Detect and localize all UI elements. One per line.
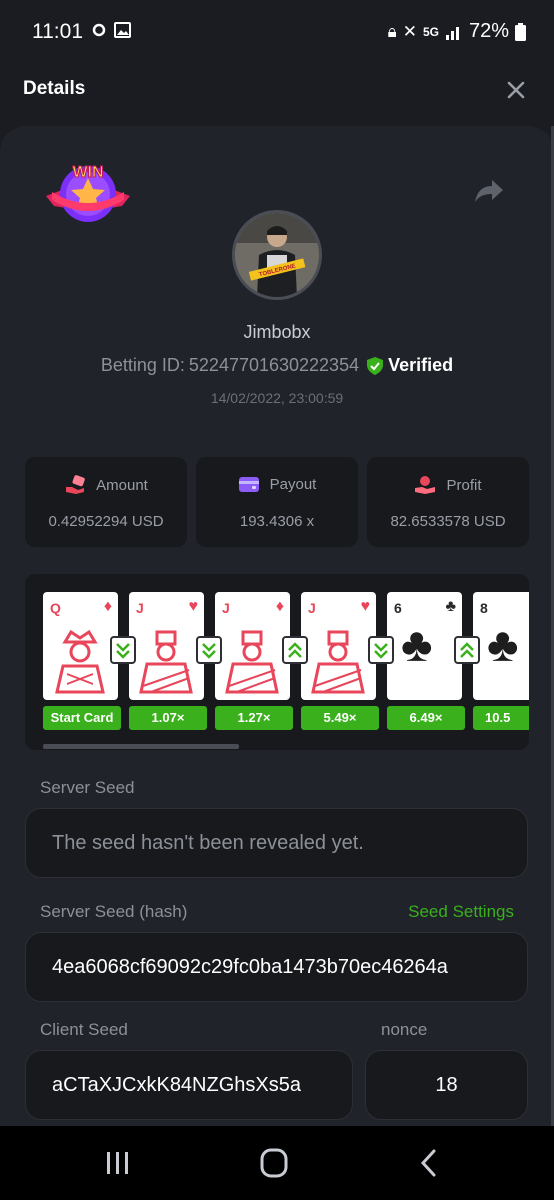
multiplier-badge: 10.5 (473, 706, 529, 730)
server-seed-label: Server Seed (40, 778, 135, 797)
stat-payout-value: 193.4306 x (239, 513, 315, 530)
username: Jimbobx (243, 322, 311, 342)
server-hash-value: 4ea6068cf69092c29fc0ba1473b70ec46264a (52, 955, 448, 978)
stat-amount-value: 0.42952294 USD (48, 513, 164, 530)
arrow-up-icon (454, 636, 480, 664)
avatar-photo: TOBLERONE (235, 213, 319, 297)
betting-id-row: Betting ID: 52247701630222354 Verified (0, 355, 554, 376)
status-bar: 11:01 🔒︎ ✕ 5G 72% (0, 0, 554, 60)
arrow-down-icon (110, 636, 136, 664)
jack-art-icon (139, 630, 193, 694)
playing-card: Q ♦ (43, 592, 118, 700)
server-seed-field[interactable]: The seed hasn't been revealed yet. (25, 808, 528, 878)
playing-card: 6 ♣ ♣ (387, 592, 462, 700)
card-rank: 8 (480, 600, 488, 616)
client-seed-label: Client Seed (40, 1020, 128, 1039)
playing-card: 8 ♣ ♣ (473, 592, 529, 700)
cards-history-panel[interactable]: Q ♦ J ♥ J ♦ J ♥ 6 ♣ ♣ 8 ♣ Start Card 1.0… (25, 574, 529, 750)
client-seed-value: aCTaXJCxkK84NZGhsXs5a (52, 1073, 301, 1096)
jack-art-icon (225, 630, 279, 694)
seed-settings-link[interactable]: Seed Settings (408, 902, 514, 922)
playing-card: J ♥ (301, 592, 376, 700)
system-nav-bar (0, 1126, 554, 1200)
betting-id-label: Betting ID: (100, 355, 185, 375)
win-badge-text: WIN (72, 164, 103, 181)
sync-icon (92, 23, 106, 37)
home-button[interactable] (256, 1148, 292, 1178)
heart-icon: ♥ (188, 598, 199, 615)
win-badge-icon: WIN (46, 164, 130, 222)
money-hand-icon (66, 475, 85, 494)
stat-amount: Amount 0.42952294 USD (25, 457, 187, 547)
nonce-label: nonce (381, 1020, 428, 1039)
playing-card: J ♥ (129, 592, 204, 700)
status-time: 11:01 (32, 20, 83, 43)
multiplier-badge: 5.49× (301, 706, 379, 730)
betting-id-value[interactable]: 52247701630222354 (189, 355, 359, 376)
lock-rotate-icon: 🔒︎ (387, 21, 397, 41)
share-button[interactable] (474, 178, 504, 204)
server-hash-field[interactable]: 4ea6068cf69092c29fc0ba1473b70ec46264a (25, 932, 528, 1002)
multiplier-badge: 6.49× (387, 706, 465, 730)
arrow-down-icon (368, 636, 394, 664)
shield-check-icon (367, 356, 384, 375)
server-seed-value: The seed hasn't been revealed yet. (52, 831, 364, 854)
card-rank: J (136, 600, 144, 616)
battery-icon (515, 22, 526, 41)
multiplier-badge: Start Card (43, 706, 121, 730)
gallery-icon (114, 22, 131, 38)
details-header: Details (0, 60, 554, 124)
playing-card: J ♦ (215, 592, 290, 700)
card-rank: 6 (394, 600, 402, 616)
bet-timestamp: 14/02/2022, 23:00:59 (210, 390, 344, 406)
cards-scrollbar[interactable] (43, 744, 239, 749)
arrow-down-icon (196, 636, 222, 664)
verified-badge: Verified (367, 355, 453, 376)
battery-percent: 72% (468, 20, 509, 42)
network-5g-label: 5G (422, 24, 439, 39)
stat-profit: Profit 82.6533578 USD (367, 457, 529, 547)
queen-art-icon (55, 629, 105, 694)
mute-icon: ✕ (402, 21, 417, 41)
wallet-icon (238, 477, 259, 492)
stat-amount-label: Amount (96, 476, 148, 494)
diamond-icon: ♦ (103, 598, 112, 615)
stat-payout-label: Payout (269, 475, 317, 493)
stat-profit-value: 82.6533578 USD (390, 513, 506, 530)
heart-icon: ♥ (360, 598, 371, 615)
client-seed-field[interactable]: aCTaXJCxkK84NZGhsXs5a (25, 1050, 353, 1120)
club-big-icon: ♣ (487, 619, 519, 672)
server-hash-label: Server Seed (hash) (40, 902, 188, 921)
card-rank: J (308, 600, 316, 616)
recent-apps-button[interactable] (100, 1148, 136, 1178)
club-icon: ♣ (445, 598, 457, 615)
jack-art-icon (311, 630, 365, 694)
nonce-field[interactable]: 18 (365, 1050, 528, 1120)
signal-icon (445, 26, 459, 40)
nonce-value: 18 (435, 1073, 458, 1096)
verified-label: Verified (388, 355, 454, 375)
back-button[interactable] (412, 1148, 448, 1178)
multiplier-badge: 1.27× (215, 706, 293, 730)
arrow-up-icon (282, 636, 308, 664)
page-title: Details (23, 78, 86, 99)
stat-payout: Payout 193.4306 x (196, 457, 358, 547)
card-rank: J (222, 600, 230, 616)
diamond-icon: ♦ (275, 598, 284, 615)
stat-profit-label: Profit (446, 476, 482, 494)
multiplier-badge: 1.07× (129, 706, 207, 730)
close-button[interactable] (504, 78, 528, 102)
club-big-icon: ♣ (401, 619, 433, 672)
coins-hand-icon (415, 476, 436, 494)
avatar: TOBLERONE (232, 210, 322, 300)
card-rank: Q (50, 600, 61, 616)
